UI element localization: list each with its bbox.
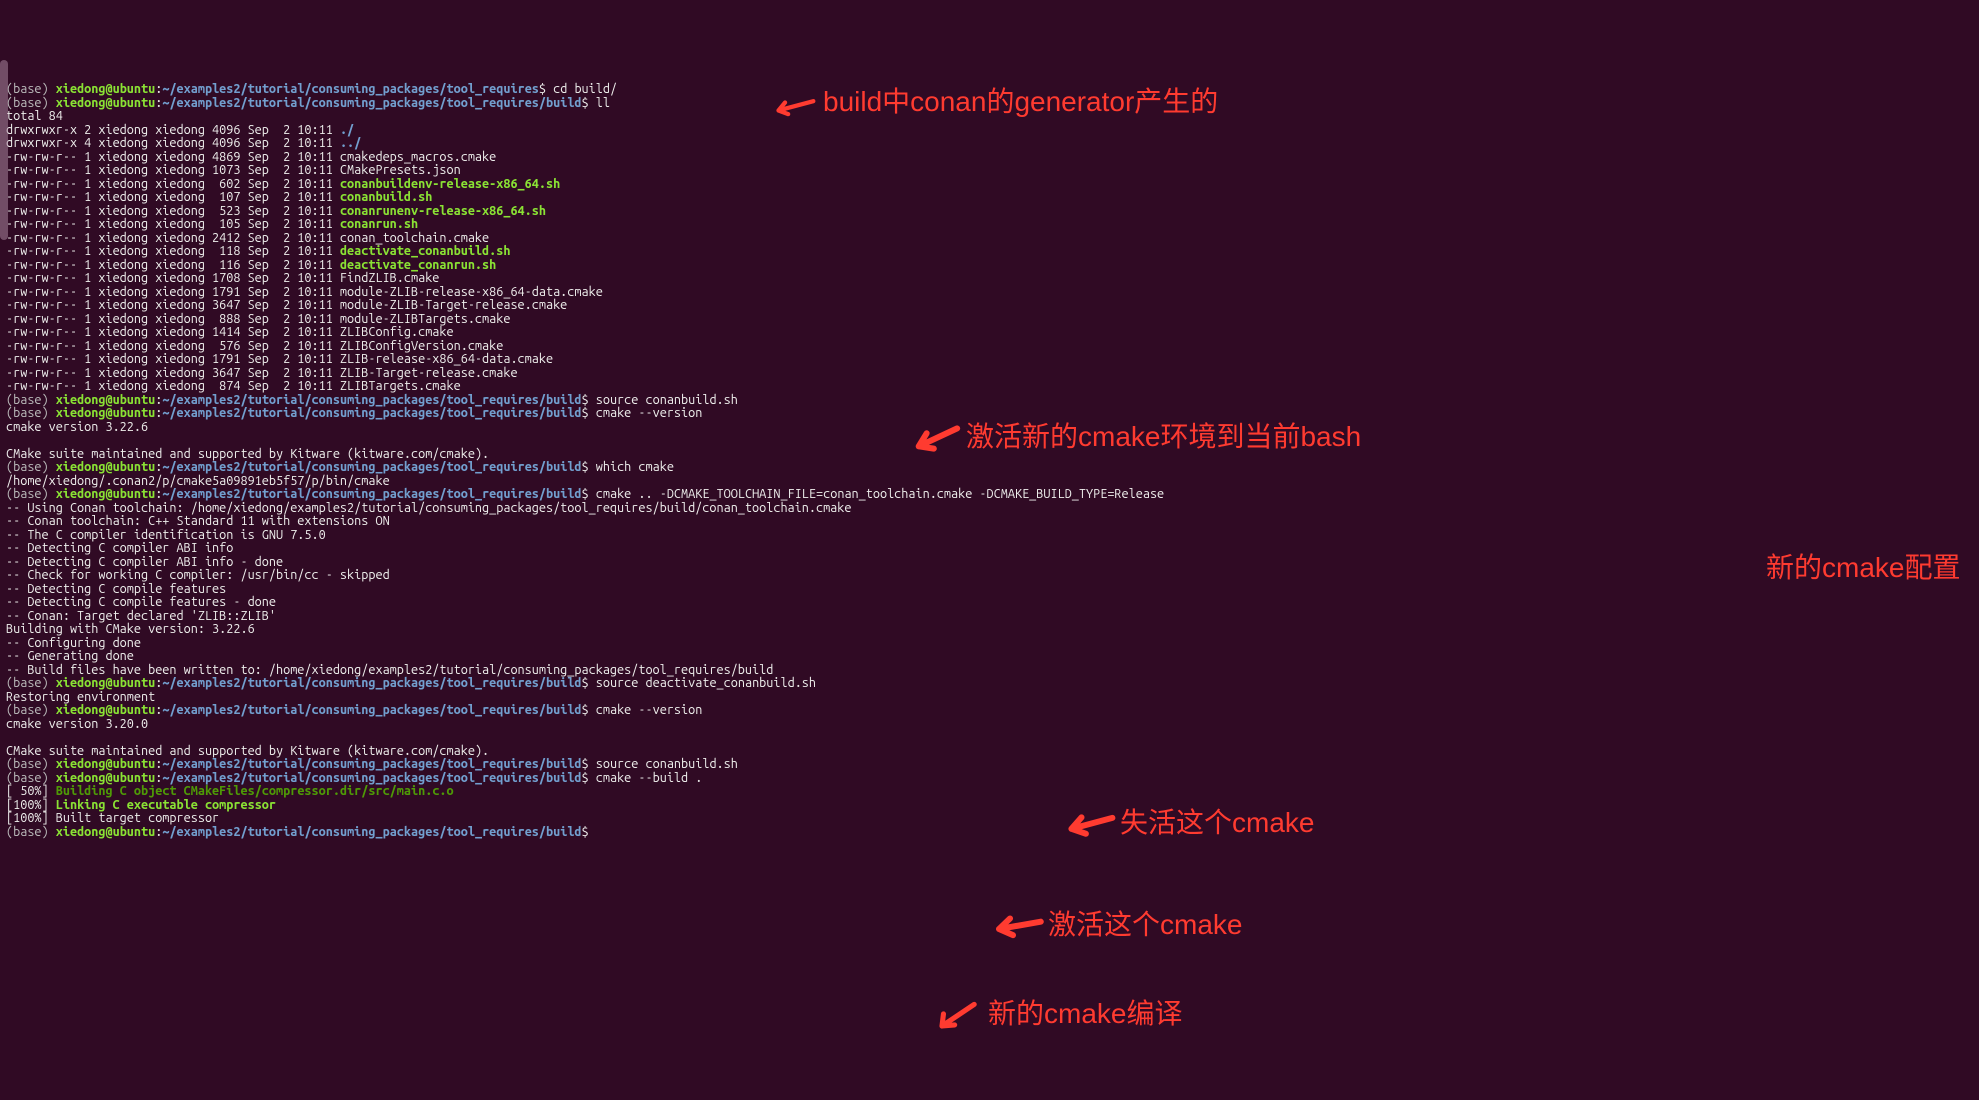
ll-row: -rw-rw-r-- 1 xiedong xiedong 107 Sep 2 1… (6, 190, 340, 204)
out-line: -- Using Conan toolchain: /home/xiedong/… (6, 501, 852, 515)
out-line: -- The C compiler identification is GNU … (6, 528, 326, 542)
exec-name: conanbuild.sh (340, 190, 432, 204)
ll-row: -rw-rw-r-- 1 xiedong xiedong 4869 Sep 2 … (6, 150, 496, 164)
annotation-text: 新的cmake编译 (988, 997, 1182, 1031)
ll-row: -rw-rw-r-- 1 xiedong xiedong 116 Sep 2 1… (6, 258, 340, 272)
cmd-which: which cmake (596, 460, 674, 474)
cmd-ll: ll (596, 96, 610, 110)
ll-row: -rw-rw-r-- 1 xiedong xiedong 874 Sep 2 1… (6, 379, 461, 393)
prompt-user: xiedong@ubuntu (56, 82, 155, 96)
out-line: -- Build files have been written to: /ho… (6, 663, 773, 677)
ll-row: -rw-rw-r-- 1 xiedong xiedong 3647 Sep 2 … (6, 298, 567, 312)
cmd-source-build: source conanbuild.sh (596, 393, 738, 407)
prompt-env: (base) (6, 82, 56, 96)
arrow-icon (929, 928, 988, 1100)
scrollbar-track[interactable] (0, 0, 8, 1009)
exec-name: deactivate_conanbuild.sh (340, 244, 511, 258)
out-line: -- Conan toolchain: C++ Standard 11 with… (6, 514, 390, 528)
out-line: Building with CMake version: 3.22.6 (6, 622, 255, 636)
ll-row: -rw-rw-r-- 1 xiedong xiedong 1073 Sep 2 … (6, 163, 461, 177)
out-line: -- Generating done (6, 649, 134, 663)
exec-name: conanbuildenv-release-x86_64.sh (340, 177, 560, 191)
exec-name: conanrun.sh (340, 217, 418, 231)
ll-total: total 84 (6, 109, 63, 123)
ll-row: -rw-rw-r-- 1 xiedong xiedong 3647 Sep 2 … (6, 366, 518, 380)
ll-row: -rw-rw-r-- 1 xiedong xiedong 1791 Sep 2 … (6, 352, 553, 366)
link-step: Linking C executable compressor (56, 798, 276, 812)
out-line: cmake version 3.22.6 (6, 420, 148, 434)
scrollbar-thumb[interactable] (0, 60, 8, 240)
exec-name: conanrunenv-release-x86_64.sh (340, 204, 546, 218)
ll-row: -rw-rw-r-- 1 xiedong xiedong 523 Sep 2 1… (6, 204, 340, 218)
annotation-new-build: 新的cmake编译 (936, 930, 1182, 1098)
exec-name: deactivate_conanrun.sh (340, 258, 496, 272)
ll-row: -rw-rw-r-- 1 xiedong xiedong 1414 Sep 2 … (6, 325, 454, 339)
ll-row: drwxrwxr-x 4 xiedong xiedong 4096 Sep 2 … (6, 136, 340, 150)
out-line: -- Detecting C compile features - done (6, 595, 276, 609)
out-line: -- Configuring done (6, 636, 141, 650)
out-line: -- Conan: Target declared 'ZLIB::ZLIB' (6, 609, 276, 623)
ll-row: -rw-rw-r-- 1 xiedong xiedong 888 Sep 2 1… (6, 312, 510, 326)
build-step: Building C object CMakeFiles/compressor.… (56, 784, 454, 798)
ll-row: -rw-rw-r-- 1 xiedong xiedong 576 Sep 2 1… (6, 339, 503, 353)
out-line: /home/xiedong/.conan2/p/cmake5a09891eb5f… (6, 474, 390, 488)
out-line: CMake suite maintained and supported by … (6, 744, 489, 758)
cmd-cmake-ver: cmake --version (596, 406, 703, 420)
out-line: -- Detecting C compile features (6, 582, 226, 596)
out-line: cmake version 3.20.0 (6, 717, 148, 731)
cmd-cd: cd build/ (553, 82, 617, 96)
dir-name: ../ (340, 136, 361, 150)
out-line: -- Check for working C compiler: /usr/bi… (6, 568, 390, 582)
ll-row: -rw-rw-r-- 1 xiedong xiedong 118 Sep 2 1… (6, 244, 340, 258)
ll-row: -rw-rw-r-- 1 xiedong xiedong 602 Sep 2 1… (6, 177, 340, 191)
cmd-source-deact: source deactivate_conanbuild.sh (596, 676, 816, 690)
out-line: [100%] Built target compressor (6, 811, 219, 825)
ll-row: -rw-rw-r-- 1 xiedong xiedong 1708 Sep 2 … (6, 271, 439, 285)
annotation-activate-this: 激活这个cmake (1000, 838, 1242, 1012)
out-line: -- Detecting C compiler ABI info (6, 541, 233, 555)
out-line: CMake suite maintained and supported by … (6, 447, 489, 461)
ll-row: -rw-rw-r-- 1 xiedong xiedong 2412 Sep 2 … (6, 231, 489, 245)
dir-name: ./ (340, 123, 354, 137)
terminal-output: (base) xiedong@ubuntu:~/examples2/tutori… (6, 83, 1979, 839)
prompt-path: ~/examples2/tutorial/consuming_packages/… (162, 82, 539, 96)
out-line: -- Detecting C compiler ABI info - done (6, 555, 283, 569)
cmd-cmake-cfg: cmake .. -DCMAKE_TOOLCHAIN_FILE=conan_to… (596, 487, 1164, 501)
ll-row: drwxrwxr-x 2 xiedong xiedong 4096 Sep 2 … (6, 123, 340, 137)
ll-row: -rw-rw-r-- 1 xiedong xiedong 1791 Sep 2 … (6, 285, 603, 299)
arrow-icon (954, 842, 1087, 1008)
cmd-cmake-build: cmake --build . (596, 771, 703, 785)
annotation-text: 激活这个cmake (1048, 908, 1242, 942)
out-line: Restoring environment (6, 690, 155, 704)
ll-row: -rw-rw-r-- 1 xiedong xiedong 105 Sep 2 1… (6, 217, 340, 231)
